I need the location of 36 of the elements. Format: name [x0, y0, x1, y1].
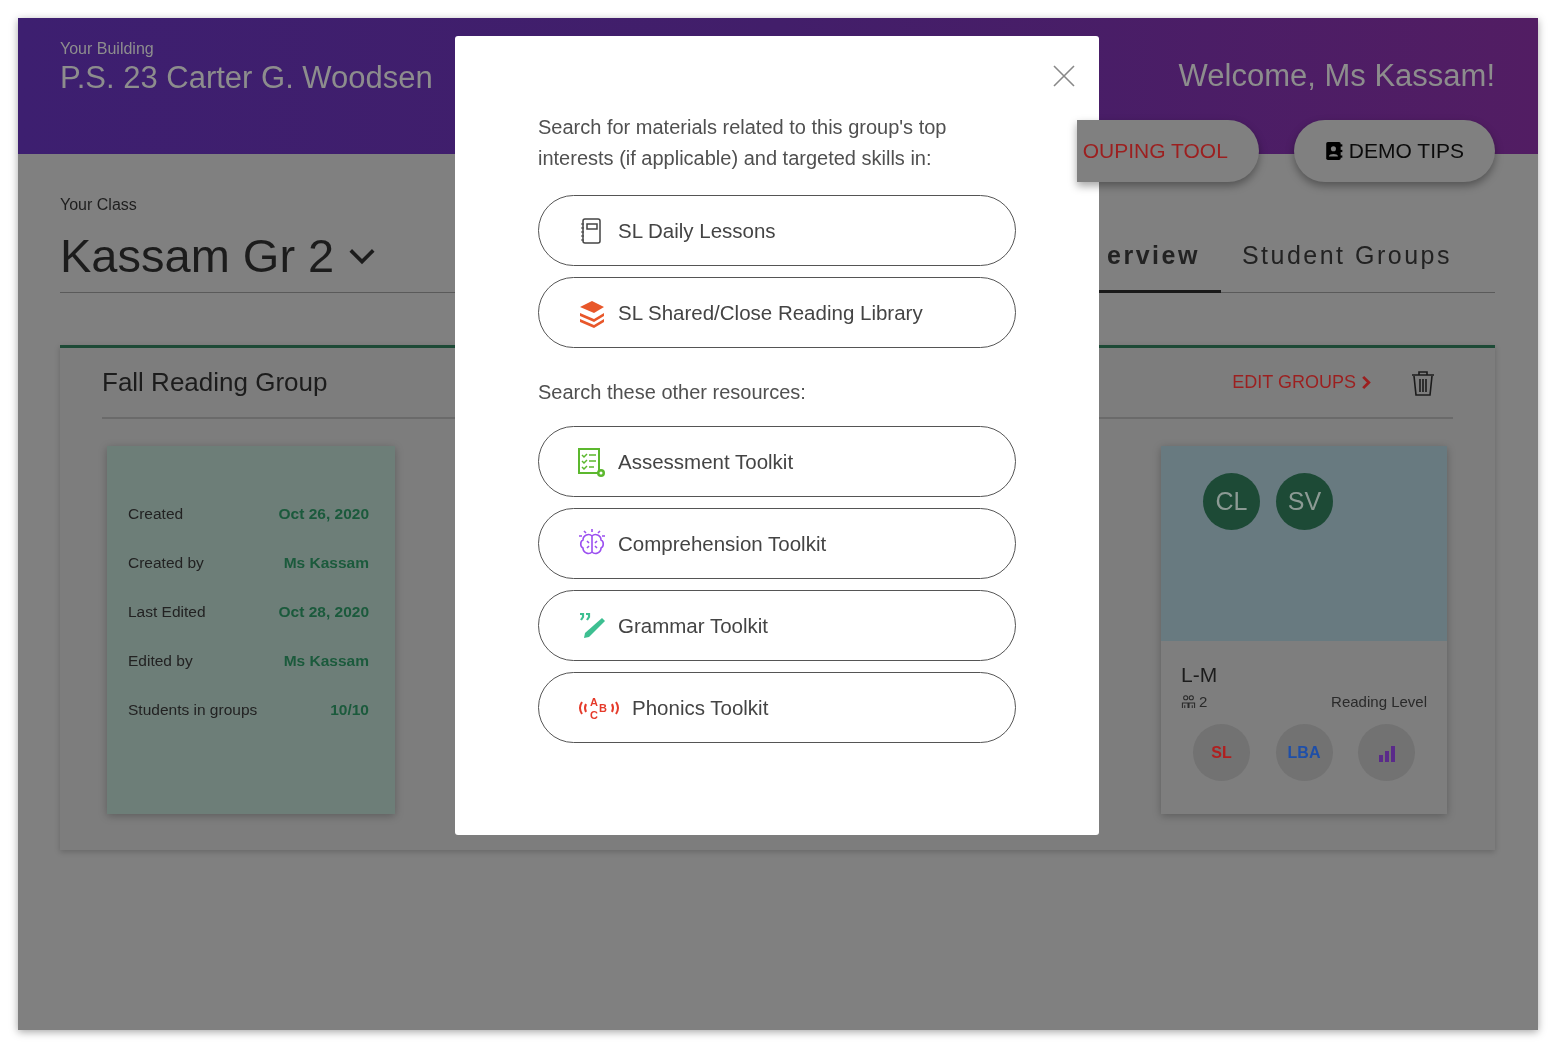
chevron-right-icon [1361, 375, 1371, 390]
building-name: P.S. 23 Carter G. Woodsen [60, 60, 433, 96]
trash-icon[interactable] [1409, 368, 1437, 397]
checklist-icon [576, 445, 608, 478]
class-label: Your Class [60, 196, 138, 214]
summary-value: 10/10 [330, 700, 369, 719]
summary-value: Ms Kassam [283, 651, 369, 670]
contact-book-icon [1324, 141, 1343, 161]
summary-label: Students in groups [128, 700, 258, 719]
summary-value: Oct 28, 2020 [278, 602, 369, 621]
reading-level-label: Reading Level [1331, 693, 1427, 710]
summary-value: Oct 26, 2020 [278, 504, 369, 523]
resource-button[interactable]: Grammar Toolkit [538, 590, 1016, 661]
group-title: Fall Reading Group [102, 367, 328, 398]
building-label: Your Building [60, 40, 155, 58]
summary-value: Ms Kassam [283, 553, 369, 572]
resource-button[interactable]: Assessment Toolkit [538, 426, 1016, 497]
resource-button[interactable]: SL Daily Lessons [538, 195, 1016, 266]
dialog-intro-text: Search for materials related to this group's top interests (if applicable) and targeted skills in: [538, 115, 948, 171]
level-text: L-M [1181, 663, 1219, 687]
student-count: 2 [1199, 693, 1208, 710]
summary-label: Last Edited [128, 602, 206, 621]
student-avatar[interactable]: CL [1203, 473, 1260, 530]
resource-button[interactable]: SL Shared/Close Reading Library [538, 277, 1016, 348]
people-icon [1181, 694, 1196, 709]
summary-label: Created [128, 504, 184, 523]
tab[interactable]: Student Groups [1241, 241, 1473, 293]
summary-label: Edited by [128, 651, 193, 670]
resource-button[interactable]: Comprehension Toolkit [538, 508, 1016, 579]
demo-tips-button[interactable]: DEMO TIPS [1293, 120, 1495, 182]
class-dropdown[interactable]: Kassam Gr 2 [60, 228, 377, 283]
section-label: Search these other resources: [538, 381, 807, 404]
summary-label: Created by [128, 553, 204, 572]
welcome-text: Welcome, Ms Kassam! [1178, 58, 1495, 94]
close-icon[interactable] [1052, 64, 1076, 88]
student-avatar[interactable]: SV [1276, 473, 1333, 530]
